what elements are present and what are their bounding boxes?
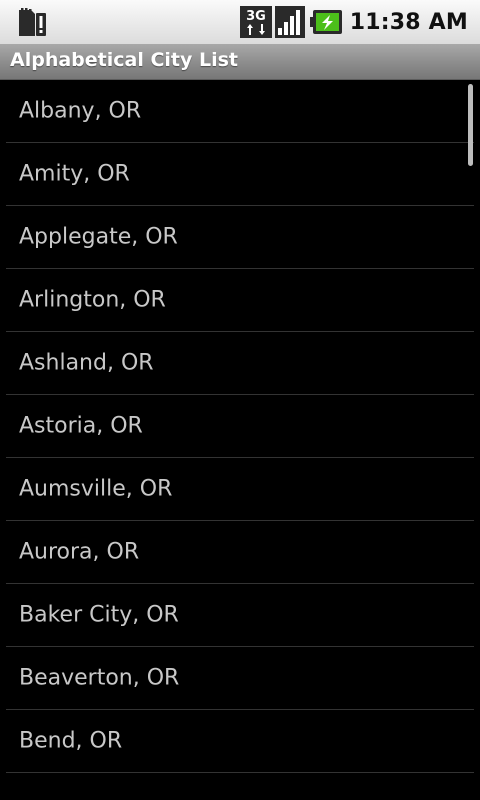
city-label: Albany, OR: [19, 98, 142, 124]
status-icons-group: 3G 11:38 AM: [239, 0, 468, 44]
list-item-ashland[interactable]: Ashland, OR: [6, 332, 474, 395]
list-item-aumsville[interactable]: Aumsville, OR: [6, 458, 474, 521]
status-time: 11:38 AM: [349, 9, 468, 35]
battery-charging-icon: [309, 8, 342, 36]
city-list[interactable]: Albany, OR Amity, OR Applegate, OR Arlin…: [0, 80, 480, 800]
city-label: Baker City, OR: [19, 602, 179, 628]
city-label: Astoria, OR: [19, 413, 143, 439]
list-item-albany[interactable]: Albany, OR: [6, 80, 474, 143]
city-label: Aumsville, OR: [19, 476, 173, 502]
list-item-applegate[interactable]: Applegate, OR: [6, 206, 474, 269]
app-screen: 3G 11:38 AM Alphabetical City List Alban…: [0, 0, 480, 800]
list-item-beaverton[interactable]: Beaverton, OR: [6, 647, 474, 710]
3g-data-icon: 3G: [239, 6, 272, 38]
title-bar: Alphabetical City List: [0, 44, 480, 80]
list-item-aurora[interactable]: Aurora, OR: [6, 521, 474, 584]
city-label: Applegate, OR: [19, 224, 178, 250]
list-item-astoria[interactable]: Astoria, OR: [6, 395, 474, 458]
city-label: Arlington, OR: [19, 287, 166, 313]
network-type-label: 3G: [246, 9, 266, 24]
list-scrollbar[interactable]: [468, 84, 473, 166]
status-bar: 3G 11:38 AM: [0, 0, 480, 44]
list-item-arlington[interactable]: Arlington, OR: [6, 269, 474, 332]
sd-card-alert-icon: [17, 6, 49, 38]
city-label: Beaverton, OR: [19, 665, 180, 691]
list-item-bend[interactable]: Bend, OR: [6, 710, 474, 773]
city-label: Ashland, OR: [19, 350, 154, 376]
city-label: Bend, OR: [19, 728, 123, 754]
list-item-baker-city[interactable]: Baker City, OR: [6, 584, 474, 647]
signal-strength-icon: [274, 6, 305, 38]
page-title: Alphabetical City List: [10, 49, 239, 71]
city-label: Amity, OR: [19, 161, 130, 187]
city-label: Aurora, OR: [19, 539, 140, 565]
list-item-amity[interactable]: Amity, OR: [6, 143, 474, 206]
